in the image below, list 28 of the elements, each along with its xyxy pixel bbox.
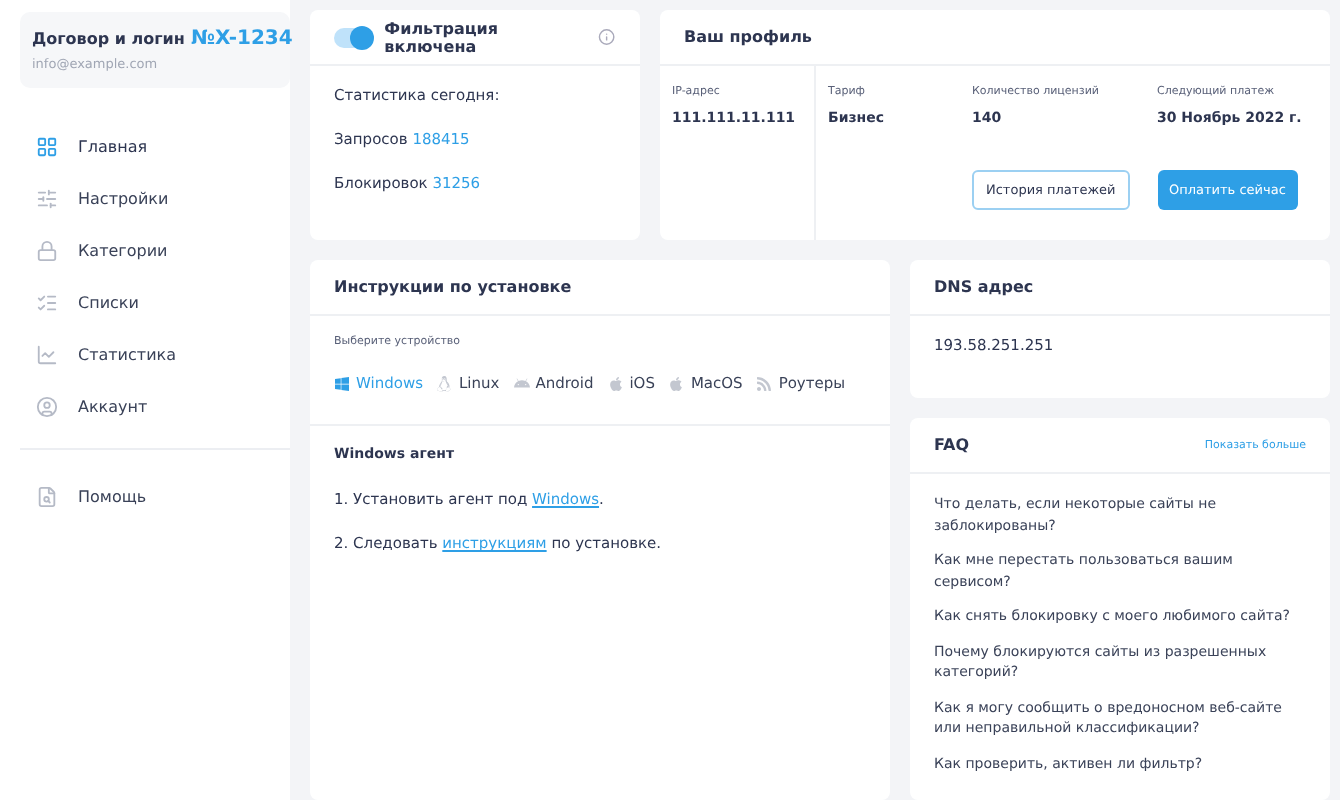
sliders-icon [36, 187, 58, 209]
lock-icon [36, 239, 58, 261]
faq-title: FAQ [934, 436, 970, 454]
dns-title: DNS адрес [934, 278, 1034, 296]
windows-icon [334, 375, 350, 391]
filter-title: Фильтрация включена [384, 19, 501, 55]
nav-item[interactable]: Статистика [20, 328, 290, 380]
account-number: №X-1234 [190, 28, 293, 50]
apple-icon [668, 375, 685, 391]
nav-item[interactable]: Аккаунт [20, 380, 290, 432]
rss-icon [756, 375, 773, 391]
help-icon [36, 485, 58, 507]
apple-icon [607, 375, 624, 391]
filter-toggle[interactable] [334, 27, 373, 47]
grid-icon [36, 135, 58, 157]
nav-item[interactable]: Главная [20, 120, 290, 172]
chart-icon [36, 343, 58, 365]
user-icon [36, 395, 58, 417]
nav-item[interactable]: Помощь [20, 470, 290, 522]
penguin-icon [436, 375, 453, 391]
info-icon [598, 28, 616, 46]
nav-item[interactable]: Категории [20, 224, 290, 276]
nav-item[interactable]: Настройки [20, 172, 290, 224]
nav-item[interactable]: Списки [20, 276, 290, 328]
profile-title: Ваш профиль [684, 28, 812, 46]
instructions-title: Инструкции по установке [334, 278, 572, 296]
android-icon [513, 375, 530, 391]
list-icon [36, 291, 58, 313]
